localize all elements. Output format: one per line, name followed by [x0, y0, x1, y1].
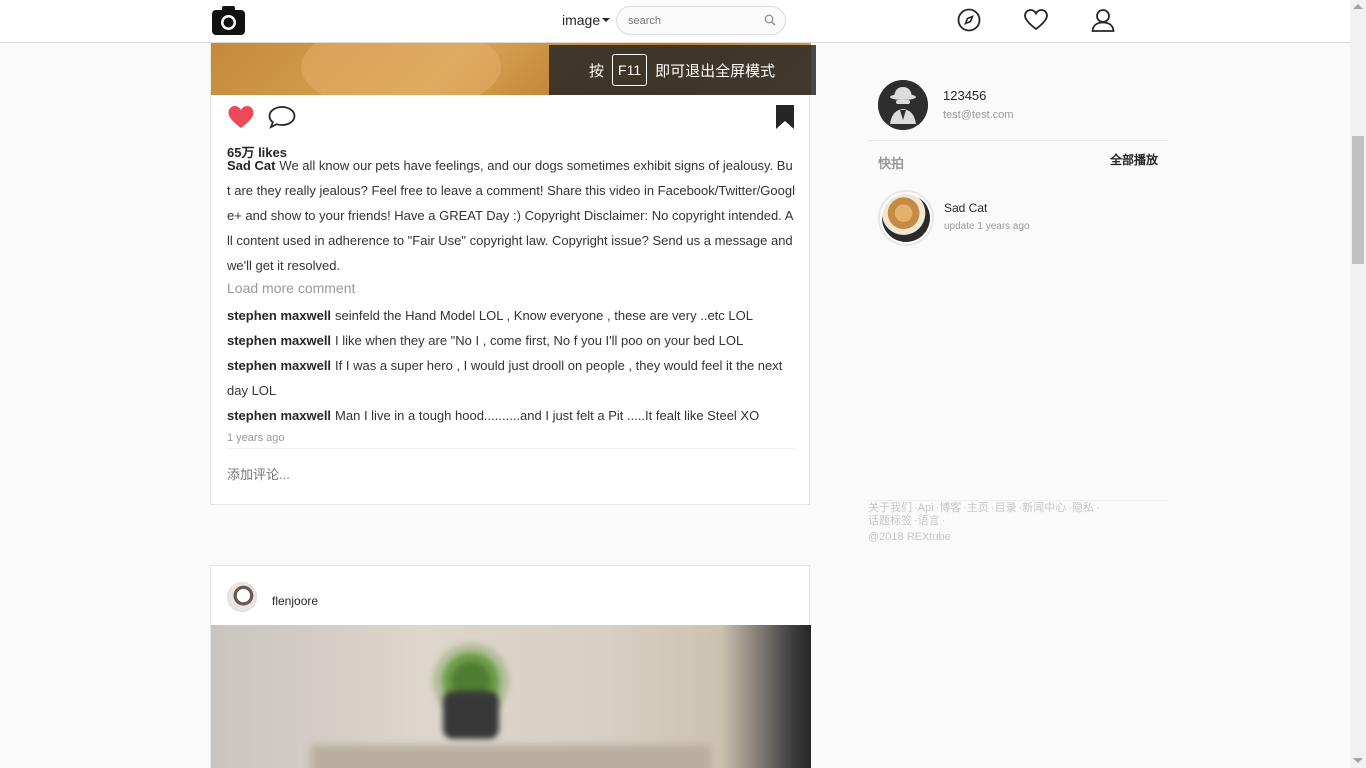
comment-user[interactable]: stephen maxwell — [227, 358, 331, 373]
play-all-button[interactable]: 全部播放 — [1110, 151, 1158, 168]
post-timestamp: 1 years ago — [227, 432, 285, 444]
post-actions — [227, 104, 795, 134]
footer-link[interactable]: Api — [918, 502, 934, 514]
heart-outline-icon[interactable] — [1023, 7, 1049, 33]
caret-down-icon — [602, 18, 611, 22]
comment-item: stephen maxwell If I was a super hero , I… — [227, 353, 795, 403]
footer-link[interactable]: 主页 — [967, 502, 989, 514]
comment-icon[interactable] — [267, 104, 297, 130]
comment-list: stephen maxwell seinfeld the Hand Model L… — [227, 303, 795, 428]
comment-item: stephen maxwell Man I live in a tough hoo… — [227, 403, 795, 428]
camera-icon[interactable] — [212, 6, 245, 35]
search-input[interactable] — [617, 7, 747, 34]
user-avatar[interactable] — [878, 80, 928, 130]
desk-illustration — [311, 745, 711, 768]
footer-link[interactable]: 隐私 — [1072, 502, 1094, 514]
footer-link[interactable]: 博客 — [939, 502, 961, 514]
story-name[interactable]: Sad Cat — [944, 201, 987, 215]
scroll-up-arrow-icon[interactable] — [1353, 4, 1363, 9]
story-meta: update 1 years ago — [944, 221, 1030, 232]
profile-icon[interactable] — [1090, 7, 1116, 33]
footer-links: 关于我们 ·Api ·博客 ·主页 ·目录 ·新闻中心 ·隐私 · 话题标签 ·语言 · — [868, 502, 1100, 527]
comment-text: seinfeld the Hand Model LOL , Know every… — [335, 308, 753, 323]
bookmark-icon[interactable] — [775, 104, 795, 130]
post-card: 65万 likes Sad Cat We all know our pets ha… — [210, 42, 811, 505]
toast-key-f11: F11 — [612, 54, 648, 86]
divider — [868, 140, 1168, 141]
add-comment-input[interactable] — [227, 467, 627, 482]
search-box — [616, 6, 786, 35]
comment-user[interactable]: stephen maxwell — [227, 333, 331, 348]
post-username[interactable]: flenjoore — [272, 594, 318, 608]
comment-text: Man I live in a tough hood..........and … — [335, 408, 760, 423]
divider — [227, 448, 795, 449]
divider — [868, 500, 1168, 501]
post-image-2[interactable] — [211, 625, 811, 768]
footer-link[interactable]: 语言 — [918, 515, 940, 527]
post-caption: Sad Cat We all know our pets have feeling… — [227, 153, 795, 278]
comment-user[interactable]: stephen maxwell — [227, 408, 331, 423]
post-author[interactable]: Sad Cat — [227, 158, 275, 173]
footer-link[interactable]: 话题标签 — [868, 515, 912, 527]
search-icon[interactable] — [764, 14, 776, 26]
post-card-2: flenjoore — [210, 565, 811, 768]
caption-text: We all know our pets have feelings, and … — [227, 158, 795, 273]
footer-link[interactable]: 关于我们 — [868, 502, 912, 514]
category-dropdown-label: image — [562, 12, 601, 28]
sidebar-email: test@test.com — [943, 109, 1014, 121]
copyright-text: @2018 REXtube — [868, 531, 951, 543]
sidebar-username[interactable]: 123456 — [943, 88, 986, 103]
footer-link[interactable]: 新闻中心 — [1022, 502, 1066, 514]
spy-avatar-icon — [878, 80, 928, 130]
pot-illustration — [443, 691, 499, 739]
comment-text: I like when they are "No I , come first,… — [335, 333, 744, 348]
toast-suffix: 即可退出全屏模式 — [655, 62, 776, 80]
load-more-comments-link[interactable]: Load more comment — [227, 280, 355, 296]
compass-icon[interactable] — [956, 7, 982, 33]
avatar[interactable] — [227, 582, 257, 612]
scrollbar-track[interactable] — [1350, 0, 1366, 768]
comment-item: stephen maxwell I like when they are "No … — [227, 328, 795, 353]
heart-filled-icon[interactable] — [227, 104, 255, 130]
comment-item: stephen maxwell seinfeld the Hand Model L… — [227, 303, 795, 328]
scrollbar-thumb[interactable] — [1352, 136, 1364, 264]
toast-prefix: 按 — [589, 62, 605, 80]
story-avatar[interactable] — [878, 190, 934, 246]
scroll-down-arrow-icon[interactable] — [1353, 758, 1363, 763]
category-dropdown[interactable]: image — [562, 12, 611, 28]
comment-user[interactable]: stephen maxwell — [227, 308, 331, 323]
fullscreen-exit-toast: 按 F11 即可退出全屏模式 — [549, 45, 816, 95]
footer-link[interactable]: 目录 — [995, 502, 1017, 514]
top-header: image — [0, 0, 1350, 43]
stories-section-title: 快拍 — [878, 156, 905, 171]
dog-avatar-image — [882, 194, 930, 242]
